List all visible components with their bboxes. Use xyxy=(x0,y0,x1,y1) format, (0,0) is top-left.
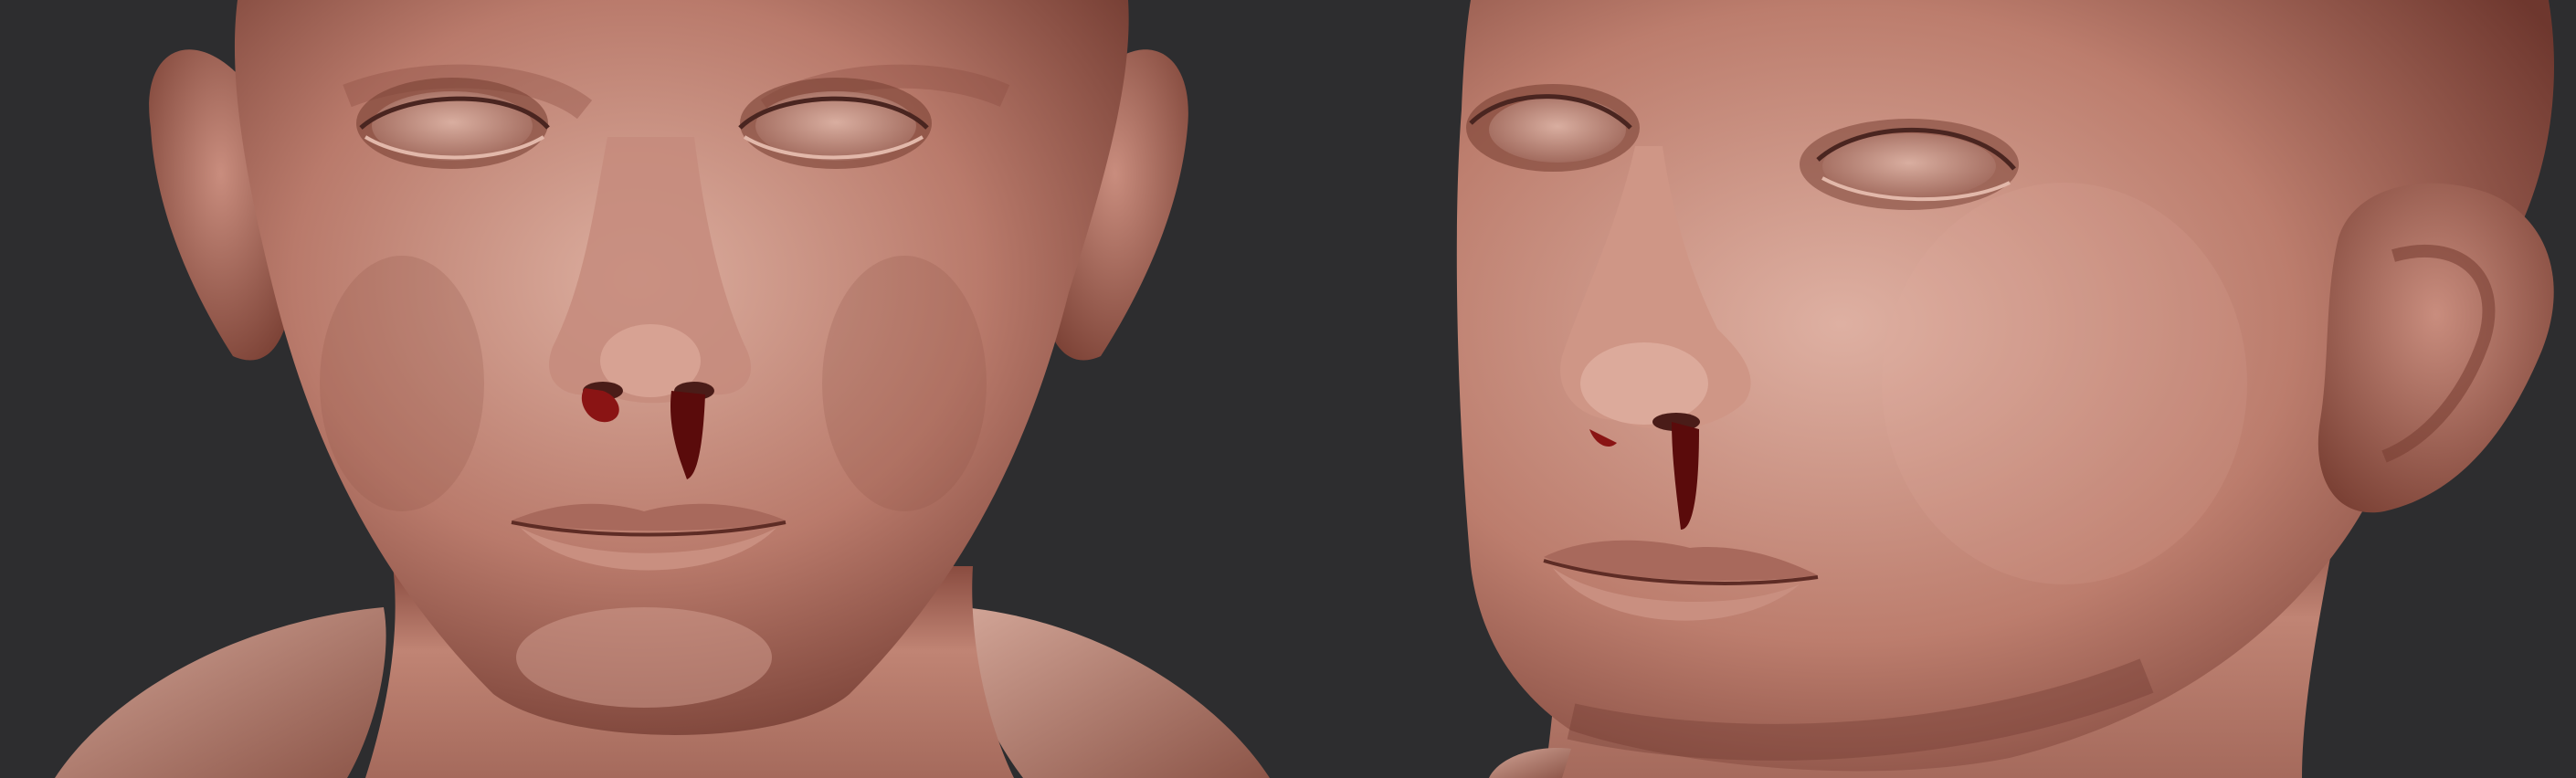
eye-3q-left xyxy=(1466,84,1640,172)
cheek-shadow-right xyxy=(822,256,987,511)
cheek-shadow-left xyxy=(320,256,484,511)
three-quarter-view xyxy=(1456,0,2554,778)
front-view xyxy=(55,0,1270,778)
collar-left xyxy=(55,607,386,778)
chin xyxy=(516,607,772,708)
eye-left xyxy=(356,78,550,169)
nose-3q-tip xyxy=(1580,342,1708,425)
eye-right xyxy=(738,78,932,169)
ear-3q xyxy=(2317,183,2554,513)
shoulder-3q xyxy=(1489,748,1571,778)
cheek-3q xyxy=(1882,183,2247,584)
sculpt-render-canvas xyxy=(0,0,2576,778)
eye-3q-right xyxy=(1800,119,2019,210)
sculpt-render xyxy=(55,0,2554,778)
collar-right xyxy=(962,607,1270,778)
